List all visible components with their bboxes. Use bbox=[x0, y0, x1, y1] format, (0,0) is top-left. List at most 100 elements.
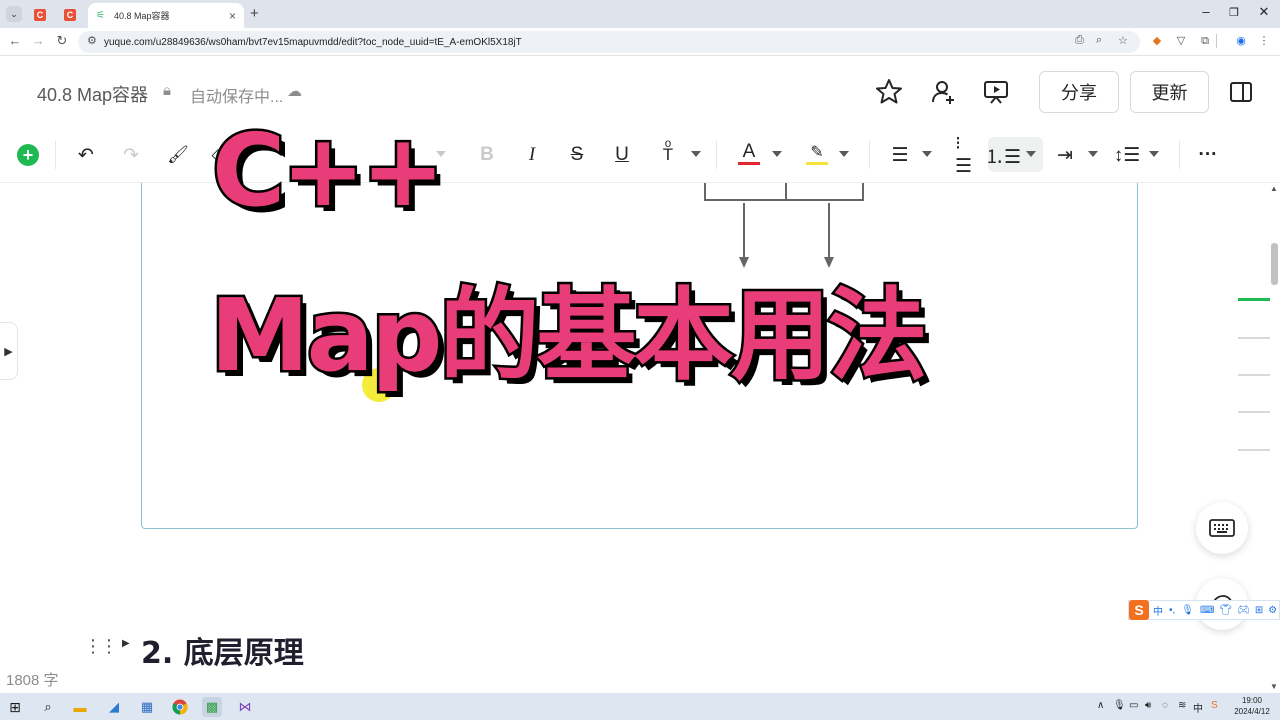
tray-ime-mode[interactable]: 中 bbox=[1193, 700, 1203, 715]
search-icon[interactable]: ⌕ bbox=[38, 697, 58, 717]
toc-marker-active[interactable] bbox=[1238, 298, 1270, 301]
scroll-down-icon[interactable]: ▼ bbox=[1270, 682, 1278, 691]
pinned-tab-2[interactable]: C bbox=[56, 5, 84, 25]
tray-expand-icon[interactable]: ∧ bbox=[1097, 700, 1104, 711]
format-painter-icon[interactable]: 🖌︎ bbox=[166, 141, 190, 169]
ime-settings-icon[interactable]: ⚙ bbox=[1268, 605, 1277, 616]
tray-network-icon[interactable]: ◌ bbox=[1162, 700, 1168, 711]
keyboard-icon bbox=[1209, 519, 1235, 537]
bookmark-star-icon[interactable]: ☆ bbox=[1118, 34, 1128, 47]
tray-mic-icon[interactable]: 🎙︎ bbox=[1113, 700, 1126, 711]
favorite-star-icon[interactable] bbox=[874, 77, 904, 107]
toc-marker[interactable] bbox=[1238, 374, 1270, 376]
add-collaborator-icon[interactable] bbox=[928, 77, 958, 107]
sidebar-toggle-icon[interactable] bbox=[1228, 79, 1254, 105]
document-title[interactable]: 40.8 Map容器 bbox=[37, 81, 148, 107]
profile-icon[interactable]: ◉ bbox=[1234, 34, 1248, 48]
line-height-icon[interactable]: ↕☰ bbox=[1114, 141, 1141, 169]
minimize-icon[interactable]: – bbox=[1196, 4, 1216, 19]
more-menu-icon[interactable]: ··· bbox=[1196, 141, 1220, 169]
browser-nav-bar: ← → ↻ ⚙ yuque.com/u28849636/ws0ham/bvt7e… bbox=[0, 28, 1280, 56]
clock-time: 19:00 bbox=[1241, 696, 1263, 705]
tab-close-icon[interactable]: × bbox=[229, 9, 236, 23]
extensions-puzzle-icon[interactable]: ⧉ bbox=[1198, 34, 1212, 48]
toc-marker[interactable] bbox=[1238, 411, 1270, 413]
visual-studio-icon[interactable]: ⋈ bbox=[235, 697, 255, 717]
windows-taskbar: ⊞ ⌕ ▬ ◢ ▦ ▩ ⋈ ∧ 🎙︎ ▭ 🔊︎ ◌ ≋ 中 S 19:00 20… bbox=[0, 693, 1280, 720]
tab-active[interactable]: ⚟ 40.8 Map容器 × bbox=[88, 3, 244, 28]
indent-icon[interactable]: ⇥ bbox=[1054, 141, 1076, 169]
url-text: yuque.com/u28849636/ws0ham/bvt7ev15mapuv… bbox=[104, 36, 522, 48]
tab-title: 40.8 Map容器 bbox=[114, 11, 170, 21]
ime-mic-icon[interactable]: 🎙︎ bbox=[1181, 605, 1194, 616]
tab-favicon-icon: C bbox=[34, 9, 46, 21]
system-clock[interactable]: 19:00 2024/4/12 bbox=[1228, 695, 1276, 717]
cloud-icon: ☁ bbox=[287, 83, 302, 100]
restore-icon[interactable]: ❐ bbox=[1224, 6, 1244, 19]
close-window-icon[interactable]: ✕ bbox=[1254, 4, 1274, 20]
ime-toolbar[interactable]: S 中 •, 🎙︎ ⌨ 👕︎ 🎮︎ ⊞ ⚙ bbox=[1128, 600, 1280, 620]
tab-search-chevron-icon[interactable]: ⌄ bbox=[6, 6, 22, 22]
extension-icon[interactable]: ▽ bbox=[1174, 34, 1188, 48]
forward-icon[interactable]: → bbox=[29, 33, 47, 48]
ime-game-icon[interactable]: 🎮︎ bbox=[1237, 605, 1250, 616]
keyboard-shortcut-button[interactable] bbox=[1196, 502, 1248, 554]
scroll-up-icon[interactable]: ▲ bbox=[1270, 184, 1278, 193]
undo-icon[interactable]: ↶ bbox=[74, 141, 98, 169]
zoom-icon[interactable]: ⌕ bbox=[1096, 34, 1102, 47]
app-icon-2[interactable]: ▩ bbox=[202, 697, 222, 717]
bold-button[interactable]: B bbox=[476, 141, 498, 169]
left-panel-expand-handle[interactable]: ▶ bbox=[0, 322, 18, 380]
insert-plus-button[interactable]: + bbox=[17, 144, 39, 166]
document-header: 40.8 Map容器 🔒︎ 自动保存中... ☁ 分享 更新 bbox=[0, 57, 1280, 127]
install-app-icon[interactable]: ⎙ bbox=[1075, 34, 1084, 47]
share-button[interactable]: 分享 bbox=[1039, 71, 1119, 113]
app-icon-1[interactable]: ◢ bbox=[104, 697, 124, 717]
scrollbar-thumb[interactable] bbox=[1271, 243, 1278, 285]
ime-keyboard-icon[interactable]: ⌨ bbox=[1200, 605, 1214, 616]
site-info-icon[interactable]: ⚙ bbox=[87, 34, 97, 47]
new-tab-button[interactable]: + bbox=[250, 5, 259, 22]
underline-button[interactable]: U bbox=[611, 141, 633, 169]
overlay-title-map: Map的基本用法 bbox=[208, 275, 931, 397]
reload-icon[interactable]: ↻ bbox=[53, 33, 71, 49]
text-style-icon[interactable]: Tͦ bbox=[657, 141, 679, 169]
pinned-tab-1[interactable]: C bbox=[26, 5, 54, 25]
redo-icon[interactable]: ↷ bbox=[119, 141, 143, 169]
tray-battery-icon[interactable]: ▭ bbox=[1129, 700, 1138, 711]
font-color-button[interactable]: A bbox=[738, 141, 760, 165]
tray-wifi-icon[interactable]: ≋ bbox=[1178, 700, 1186, 711]
back-icon[interactable]: ← bbox=[6, 33, 24, 48]
toc-marker[interactable] bbox=[1238, 449, 1270, 451]
drag-handle-icon[interactable]: ⋮⋮ bbox=[84, 636, 118, 657]
overlay-title-cpp: C++ bbox=[210, 110, 448, 232]
ime-mode[interactable]: 中 bbox=[1153, 603, 1163, 618]
word-count: 1808 字 bbox=[6, 672, 59, 689]
file-explorer-icon[interactable]: ▬ bbox=[70, 697, 90, 717]
browser-menu-icon[interactable]: ⋮ bbox=[1257, 34, 1271, 48]
presentation-icon[interactable] bbox=[981, 77, 1011, 107]
italic-button[interactable]: I bbox=[521, 141, 543, 169]
ordered-list-icon[interactable]: ⒈☰ bbox=[985, 141, 1021, 169]
align-left-icon[interactable]: ☰ bbox=[889, 141, 911, 169]
tray-speaker-icon[interactable]: 🔊︎ bbox=[1145, 700, 1151, 711]
tray-sogou-icon[interactable]: S bbox=[1211, 700, 1218, 711]
toc-marker[interactable] bbox=[1238, 337, 1270, 339]
ime-skin-icon[interactable]: 👕︎ bbox=[1219, 605, 1232, 616]
browser-tab-strip: ⌄ C C ⚟ 40.8 Map容器 × + – ❐ ✕ bbox=[0, 0, 1280, 28]
start-menu-icon[interactable]: ⊞ bbox=[5, 697, 25, 717]
lock-icon[interactable]: 🔒︎ bbox=[163, 82, 171, 99]
strikethrough-button[interactable]: S bbox=[566, 141, 588, 169]
highlight-icon[interactable]: ✎ bbox=[806, 141, 828, 165]
address-bar[interactable]: ⚙ yuque.com/u28849636/ws0ham/bvt7ev15map… bbox=[78, 31, 1140, 53]
heading-collapse-icon[interactable]: ▶ bbox=[122, 638, 130, 649]
metamask-extension-icon[interactable]: ◆ bbox=[1150, 34, 1164, 48]
ime-punct-icon[interactable]: •, bbox=[1169, 605, 1175, 616]
bullet-list-icon[interactable]: ⁝☰ bbox=[955, 133, 977, 177]
calculator-icon[interactable]: ▦ bbox=[137, 697, 157, 717]
yuque-favicon-icon: ⚟ bbox=[96, 9, 105, 21]
save-status: 自动保存中... bbox=[190, 89, 284, 106]
chrome-icon[interactable] bbox=[170, 697, 190, 717]
ime-tools-icon[interactable]: ⊞ bbox=[1255, 605, 1263, 616]
update-button[interactable]: 更新 bbox=[1130, 71, 1209, 113]
